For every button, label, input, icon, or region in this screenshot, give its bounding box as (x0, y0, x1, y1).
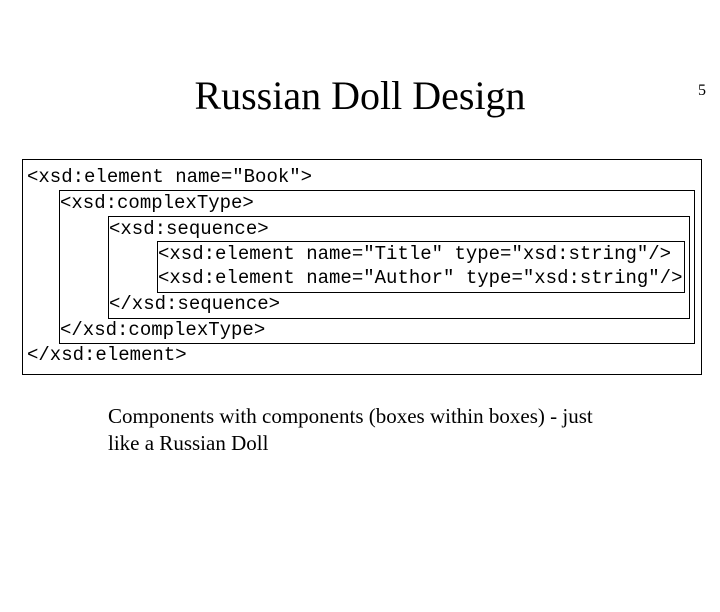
code-box-outer: <xsd:element name="Book"> <xsd:complexTy… (22, 159, 702, 375)
code-box-elements: <xsd:element name="Title" type="xsd:stri… (157, 241, 685, 293)
caption-text: Components with components (boxes within… (108, 403, 620, 458)
slide-title: Russian Doll Design (0, 72, 720, 119)
code-box-sequence: <xsd:sequence> <xsd:element name="Title"… (108, 216, 690, 319)
code-line: <xsd:sequence> (109, 218, 687, 242)
code-line: <xsd:element name="Book"> (27, 166, 697, 190)
page-number: 5 (698, 82, 706, 100)
code-line: </xsd:complexType> (60, 319, 692, 343)
code-line: <xsd:element name="Author" type="xsd:str… (158, 267, 682, 291)
code-line: </xsd:element> (27, 344, 697, 368)
code-line: <xsd:element name="Title" type="xsd:stri… (158, 243, 682, 267)
code-line: <xsd:complexType> (60, 192, 692, 216)
code-line: </xsd:sequence> (109, 293, 687, 317)
code-box-complextype: <xsd:complexType> <xsd:sequence> <xsd:el… (59, 190, 695, 345)
